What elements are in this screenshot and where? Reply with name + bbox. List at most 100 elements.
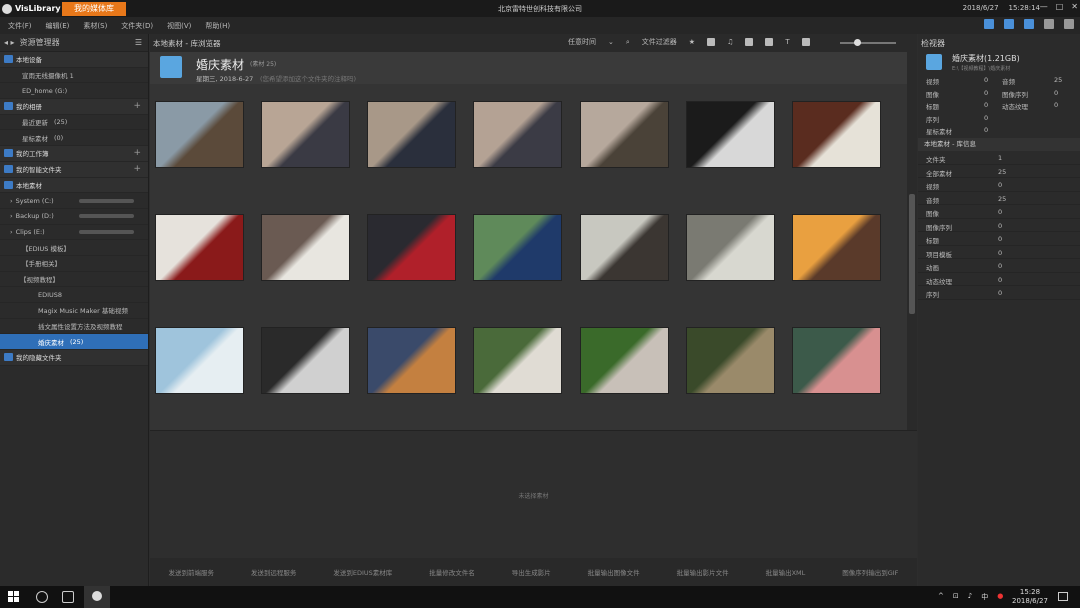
template-filter-icon[interactable] [801,38,810,46]
tree-item[interactable]: Magix Music Maker 基础视频 [0,303,148,319]
menu-item[interactable]: 文件(F) [8,21,32,31]
grid-view-icon[interactable] [984,19,994,29]
thumbnail[interactable] [155,327,244,394]
thumbnail[interactable] [580,101,669,168]
scrollbar-thumb[interactable] [909,194,915,314]
tree-item[interactable]: 本地设备 [0,52,148,68]
tree-item[interactable]: 我的隐藏文件夹 [0,350,148,366]
tree-item[interactable]: 最近更新 (25) [0,115,148,131]
thumbnail[interactable] [686,214,775,281]
chevron-down-icon[interactable]: ⌄ [608,38,614,46]
action-button[interactable]: 发送到远程服务 [251,567,297,577]
ime-indicator[interactable]: 中 [981,592,988,602]
panel-view-icon[interactable] [1024,19,1034,29]
tree-item[interactable]: 婚庆素材 (25) [0,334,148,351]
thumbnail[interactable] [261,327,350,394]
tree-item[interactable]: 我的相册 + [0,99,148,115]
tree-item[interactable]: ED_home (G:) [0,83,148,100]
sort-dropdown[interactable]: 任意时间 [568,37,596,47]
minimize-button[interactable]: — [1040,2,1048,11]
menu-item[interactable]: 文件夹(D) [121,21,153,31]
thumbnail[interactable] [580,327,669,394]
title-filter-icon[interactable]: T [785,38,789,46]
menu-item[interactable]: 视图(V) [167,21,191,31]
action-button[interactable]: 批量修改文件名 [429,567,475,577]
tree-item[interactable]: 宣雨无线摄像机 1 [0,68,148,84]
volume-icon[interactable]: ♪ [968,592,972,602]
zoom-slider[interactable] [840,39,896,46]
taskbar-date: 2018/6/27 [1012,597,1048,605]
tree-item[interactable]: › System (C:) [0,193,148,209]
menu-item[interactable]: 编辑(E) [46,21,70,31]
tree-item[interactable]: › Clips (E:) [0,225,148,241]
tree-item[interactable]: 星标素材 (0) [0,130,148,147]
tree-item[interactable]: 【视频教程】 [0,272,148,288]
album-note-hint[interactable]: (您希望添加这个文件夹的注释吗) [260,73,356,83]
image-filter-icon[interactable] [745,38,754,46]
action-button[interactable]: 导出生成影片 [512,567,551,577]
thumbnail[interactable] [155,214,244,281]
back-icon[interactable]: ◂ ▸ [4,38,15,47]
thumbnail[interactable] [261,214,350,281]
tree-item[interactable]: › Backup (D:) [0,209,148,225]
action-button[interactable]: 批量输出影片文件 [677,567,729,577]
action-button[interactable]: 发送到前端服务 [168,567,214,577]
thumbnail[interactable] [580,214,669,281]
tree-item[interactable]: 我的智能文件夹 + [0,161,148,178]
chevron-icon[interactable]: › [10,212,13,220]
menu-item[interactable]: 素材(S) [83,21,107,31]
thumbnail[interactable] [367,214,456,281]
thumbnail[interactable] [792,101,881,168]
windows-start-icon[interactable] [8,591,19,602]
menu-item[interactable]: 帮助(H) [205,21,230,31]
tree-item[interactable]: 【手册相关】 [0,256,148,272]
maximize-button[interactable]: □ [1056,2,1064,11]
thumbnail[interactable] [686,101,775,168]
video-filter-icon[interactable] [707,38,716,46]
thumbnail[interactable] [367,327,456,394]
tree-item[interactable]: EDIUS8 [0,287,148,303]
action-button[interactable]: 发送到EDIUS素材库 [333,567,392,577]
add-icon[interactable]: + [133,101,141,111]
close-button[interactable]: ✕ [1071,2,1078,11]
star-filter-icon[interactable]: ★ [689,38,695,46]
sequence-filter-icon[interactable] [765,38,774,46]
tree-item[interactable]: 插文属性设置方法及视频教程 [0,319,148,335]
notification-icon[interactable] [1058,592,1068,601]
thumbnail[interactable] [261,101,350,168]
chevron-icon[interactable]: › [10,228,13,236]
add-icon[interactable]: + [133,164,141,174]
antivirus-icon[interactable]: ● [997,592,1003,602]
scrollbar[interactable] [907,52,917,430]
add-icon[interactable]: + [133,148,141,158]
thumbnail[interactable] [792,214,881,281]
tab-media-library[interactable]: 我的媒体库 [62,2,126,16]
action-button[interactable]: 批量输出图像文件 [588,567,640,577]
task-view-icon[interactable] [62,591,74,603]
search-icon[interactable] [36,591,48,603]
thumbnail[interactable] [155,101,244,168]
tree-item[interactable]: 本地素材 [0,177,148,194]
taskbar-clock[interactable]: 15:28 2018/6/27 [1012,588,1048,606]
thumbnail[interactable] [473,101,562,168]
thumbnail[interactable] [686,327,775,394]
action-button[interactable]: 图像序列输出到GIF [842,567,898,577]
thumbnail[interactable] [367,101,456,168]
menu-icon[interactable]: ☰ [135,38,142,47]
chevron-icon[interactable]: › [10,197,13,205]
chevron-up-icon[interactable]: ^ [938,592,944,602]
taskbar-app-vislibrary[interactable] [84,586,110,608]
audio-filter-icon[interactable]: ♫ [727,38,733,46]
search-view-icon[interactable] [1004,19,1014,29]
search-icon[interactable]: ⌕ [626,38,630,47]
thumbnail[interactable] [473,327,562,394]
tree-item-label: 宣雨无线摄像机 1 [22,72,74,81]
gear-icon[interactable] [1064,19,1074,29]
thumbnail[interactable] [473,214,562,281]
thumbnail[interactable] [792,327,881,394]
home-icon[interactable] [1044,19,1054,29]
network-icon[interactable]: ⊡ [953,592,959,602]
tree-item[interactable]: 【EDIUS 模板】 [0,240,148,256]
tree-item[interactable]: 我的工作簿 + [0,146,148,162]
action-button[interactable]: 批量输出XML [766,567,806,577]
